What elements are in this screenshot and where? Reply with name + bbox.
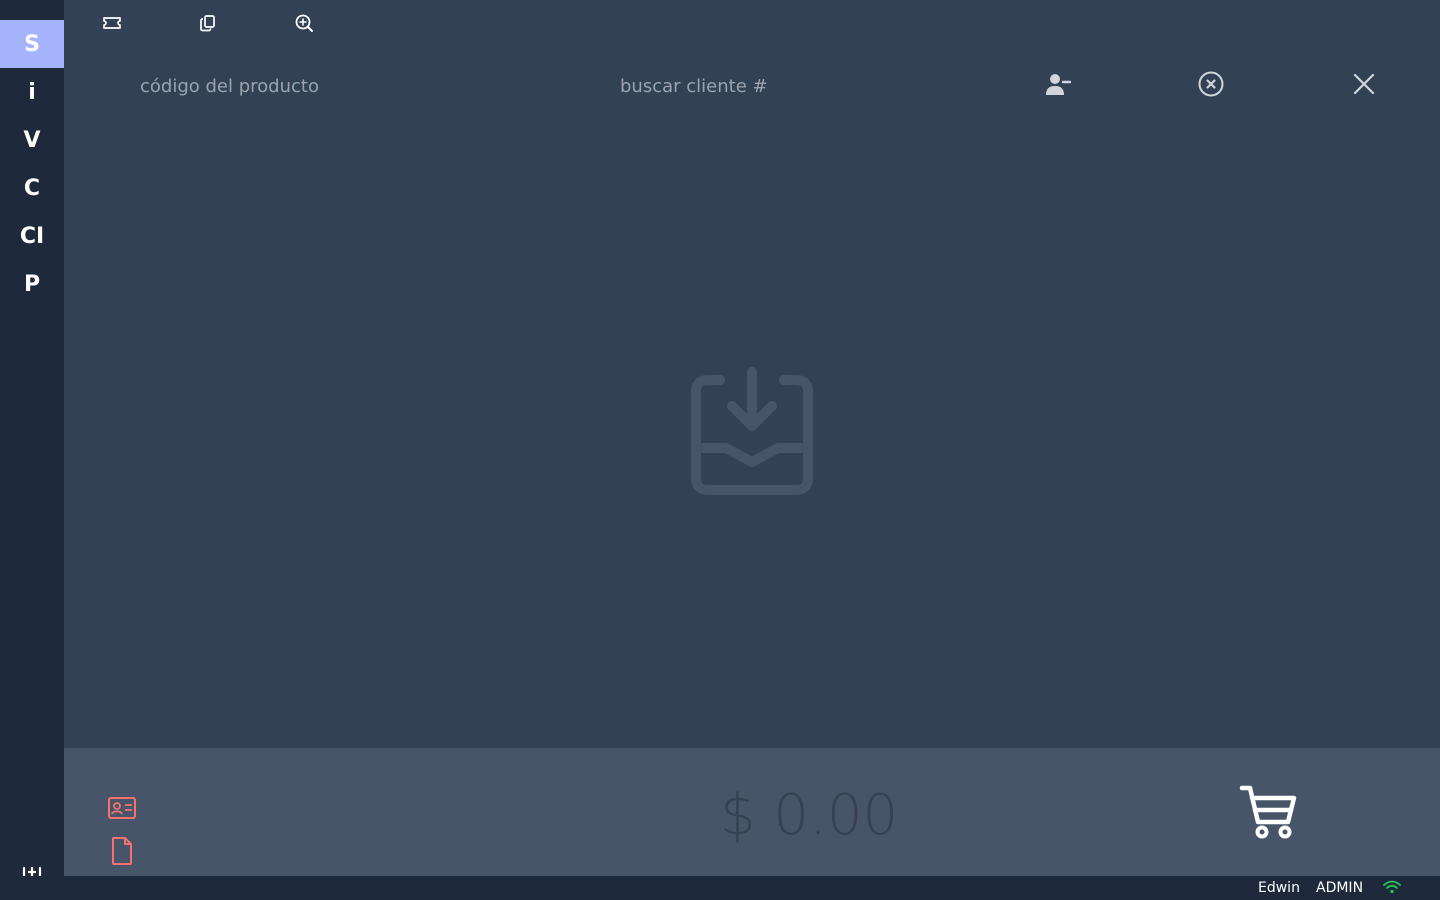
copy-icon[interactable] (197, 12, 219, 34)
ticket-icon[interactable] (101, 12, 123, 34)
id-card-icon[interactable] (107, 795, 137, 821)
sidebar-item-c[interactable]: C (0, 164, 64, 212)
clear-circle-icon[interactable] (1196, 70, 1226, 100)
inbox-download-icon (691, 367, 813, 495)
zoom-in-icon[interactable] (293, 12, 315, 34)
wifi-icon (1383, 880, 1401, 894)
sidebar-item-ci[interactable]: CI (0, 212, 64, 260)
sidebar-item-i[interactable]: i (0, 68, 64, 116)
status-bar (0, 876, 1440, 900)
product-code-input[interactable] (136, 68, 456, 104)
current-user: Edwin (1258, 880, 1300, 896)
sidebar: S i V C CI P (0, 0, 64, 876)
client-search-input[interactable] (616, 68, 916, 104)
total-amount: $ 0.00 (720, 783, 899, 848)
user-role: ADMIN (1316, 880, 1364, 896)
sidebar-item-v[interactable]: V (0, 116, 64, 164)
cart-icon[interactable] (1238, 782, 1298, 842)
sidebar-item-s[interactable]: S (0, 20, 64, 68)
sidebar-item-p[interactable]: P (0, 260, 64, 308)
close-icon[interactable] (1349, 70, 1379, 100)
remove-user-icon[interactable] (1043, 70, 1073, 100)
document-icon[interactable] (110, 836, 134, 866)
